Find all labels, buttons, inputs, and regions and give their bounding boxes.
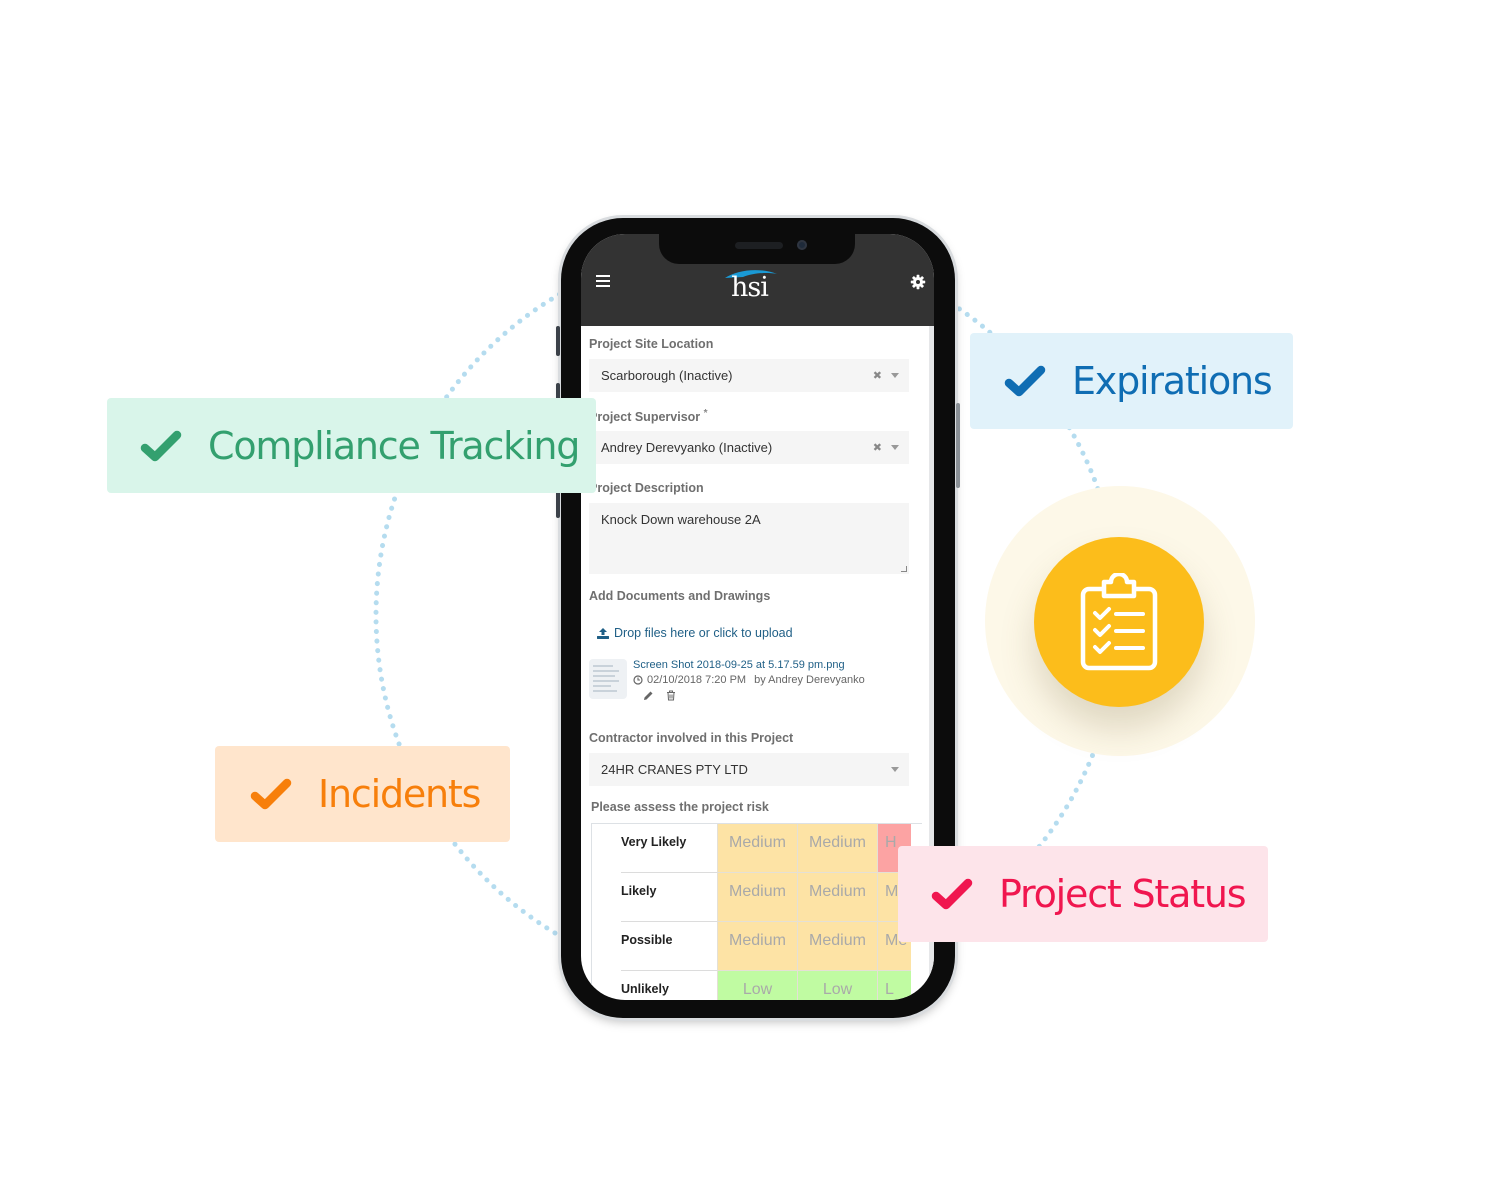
risk-row-label: Likely [621,873,717,922]
documents-label: Add Documents and Drawings [589,589,771,603]
supervisor-label: Project Supervisor * [589,408,708,424]
feature-tag-project-status: Project Status [898,846,1268,942]
file-thumbnail[interactable] [589,659,627,699]
risk-cell[interactable]: Medium [717,922,797,971]
file-list-item: Screen Shot 2018-09-25 at 5.17.59 pm.png… [589,659,865,701]
risk-cell[interactable]: Low [797,971,877,1000]
feature-tag-compliance-tracking: Compliance Tracking [107,398,596,493]
contractor-value: 24HR CRANES PTY LTD [601,762,748,777]
phone-speaker [735,242,783,249]
clock-icon [633,675,643,685]
upload-label: Drop files here or click to upload [614,626,793,640]
risk-label: Please assess the project risk [591,800,769,814]
upload-icon [597,627,609,639]
risk-cell[interactable]: Medium [717,873,797,922]
phone-silent-switch [556,326,560,356]
risk-matrix: Very Likely Medium Medium H Likely Medium Medi… [591,823,922,1000]
feature-label: Expirations [1072,359,1273,403]
checkmark-icon [250,778,292,810]
file-name-link[interactable]: Screen Shot 2018-09-25 at 5.17.59 pm.png [633,659,865,671]
chevron-down-icon[interactable] [891,767,899,772]
feature-label: Incidents [318,772,481,816]
checkmark-icon [140,430,182,461]
contractor-select[interactable]: 24HR CRANES PTY LTD [589,753,909,786]
supervisor-select[interactable]: Andrey Derevyanko (Inactive) ✖ [589,431,909,464]
risk-cell[interactable]: Medium [797,922,877,971]
phone-notch [659,234,855,264]
site-location-label: Project Site Location [589,337,714,351]
description-value: Knock Down warehouse 2A [601,512,761,527]
clear-icon[interactable]: ✖ [873,441,882,454]
risk-cell[interactable]: Low [717,971,797,1000]
supervisor-label-text: Project Supervisor [589,410,701,425]
phone-screen: hsi Project Site Location Scarborough (I… [581,234,934,1000]
description-textarea[interactable]: Knock Down warehouse 2A [589,503,909,574]
risk-cell[interactable]: Medium [717,824,797,873]
chevron-down-icon[interactable] [891,445,899,450]
clear-icon[interactable]: ✖ [873,369,882,382]
resize-handle-icon[interactable] [901,566,907,572]
risk-row: Very Likely Medium Medium H [592,824,922,873]
risk-row-label: Unlikely [621,971,717,1000]
supervisor-value: Andrey Derevyanko (Inactive) [601,440,773,455]
risk-cell[interactable]: Medium [797,824,877,873]
feature-tag-incidents: Incidents [215,746,510,842]
phone-camera [797,240,807,250]
feature-label: Project Status [999,872,1247,916]
phone-power-button [956,403,960,488]
brand-name: hsi [731,272,769,303]
risk-row-label: Very Likely [621,824,717,873]
checkmark-icon [1004,365,1046,397]
phone-frame: hsi Project Site Location Scarborough (I… [556,218,960,1018]
clipboard-checklist-icon [1080,573,1158,671]
site-location-value: Scarborough (Inactive) [601,368,733,383]
checkmark-icon [931,878,973,910]
risk-row: Likely Medium Medium M [592,873,922,922]
file-author: by Andrey Derevyanko [754,674,865,686]
feature-tag-expirations: Expirations [970,333,1293,429]
gear-icon[interactable] [910,274,926,290]
file-actions [643,690,865,701]
risk-row: Possible Medium Medium Me [592,922,922,971]
feature-label: Compliance Tracking [208,423,580,468]
required-mark: * [703,408,708,419]
edit-pencil-icon[interactable] [643,690,654,701]
site-location-select[interactable]: Scarborough (Inactive) ✖ [589,359,909,392]
hsi-logo: hsi [721,268,785,308]
trash-icon[interactable] [666,690,676,701]
feature-circle [1034,537,1204,707]
risk-cell[interactable]: L [877,971,911,1000]
file-date: 02/10/2018 7:20 PM [647,674,747,686]
risk-cell[interactable]: Medium [797,873,877,922]
description-label: Project Description [589,481,704,495]
upload-dropzone[interactable]: Drop files here or click to upload [597,626,793,640]
risk-row: Unlikely Low Low L [592,971,922,1000]
risk-row-label: Possible [621,922,717,971]
hamburger-menu-icon[interactable] [596,275,610,287]
contractor-label: Contractor involved in this Project [589,731,794,745]
chevron-down-icon[interactable] [891,373,899,378]
file-meta: 02/10/2018 7:20 PM by Andrey Derevyanko [633,674,865,686]
